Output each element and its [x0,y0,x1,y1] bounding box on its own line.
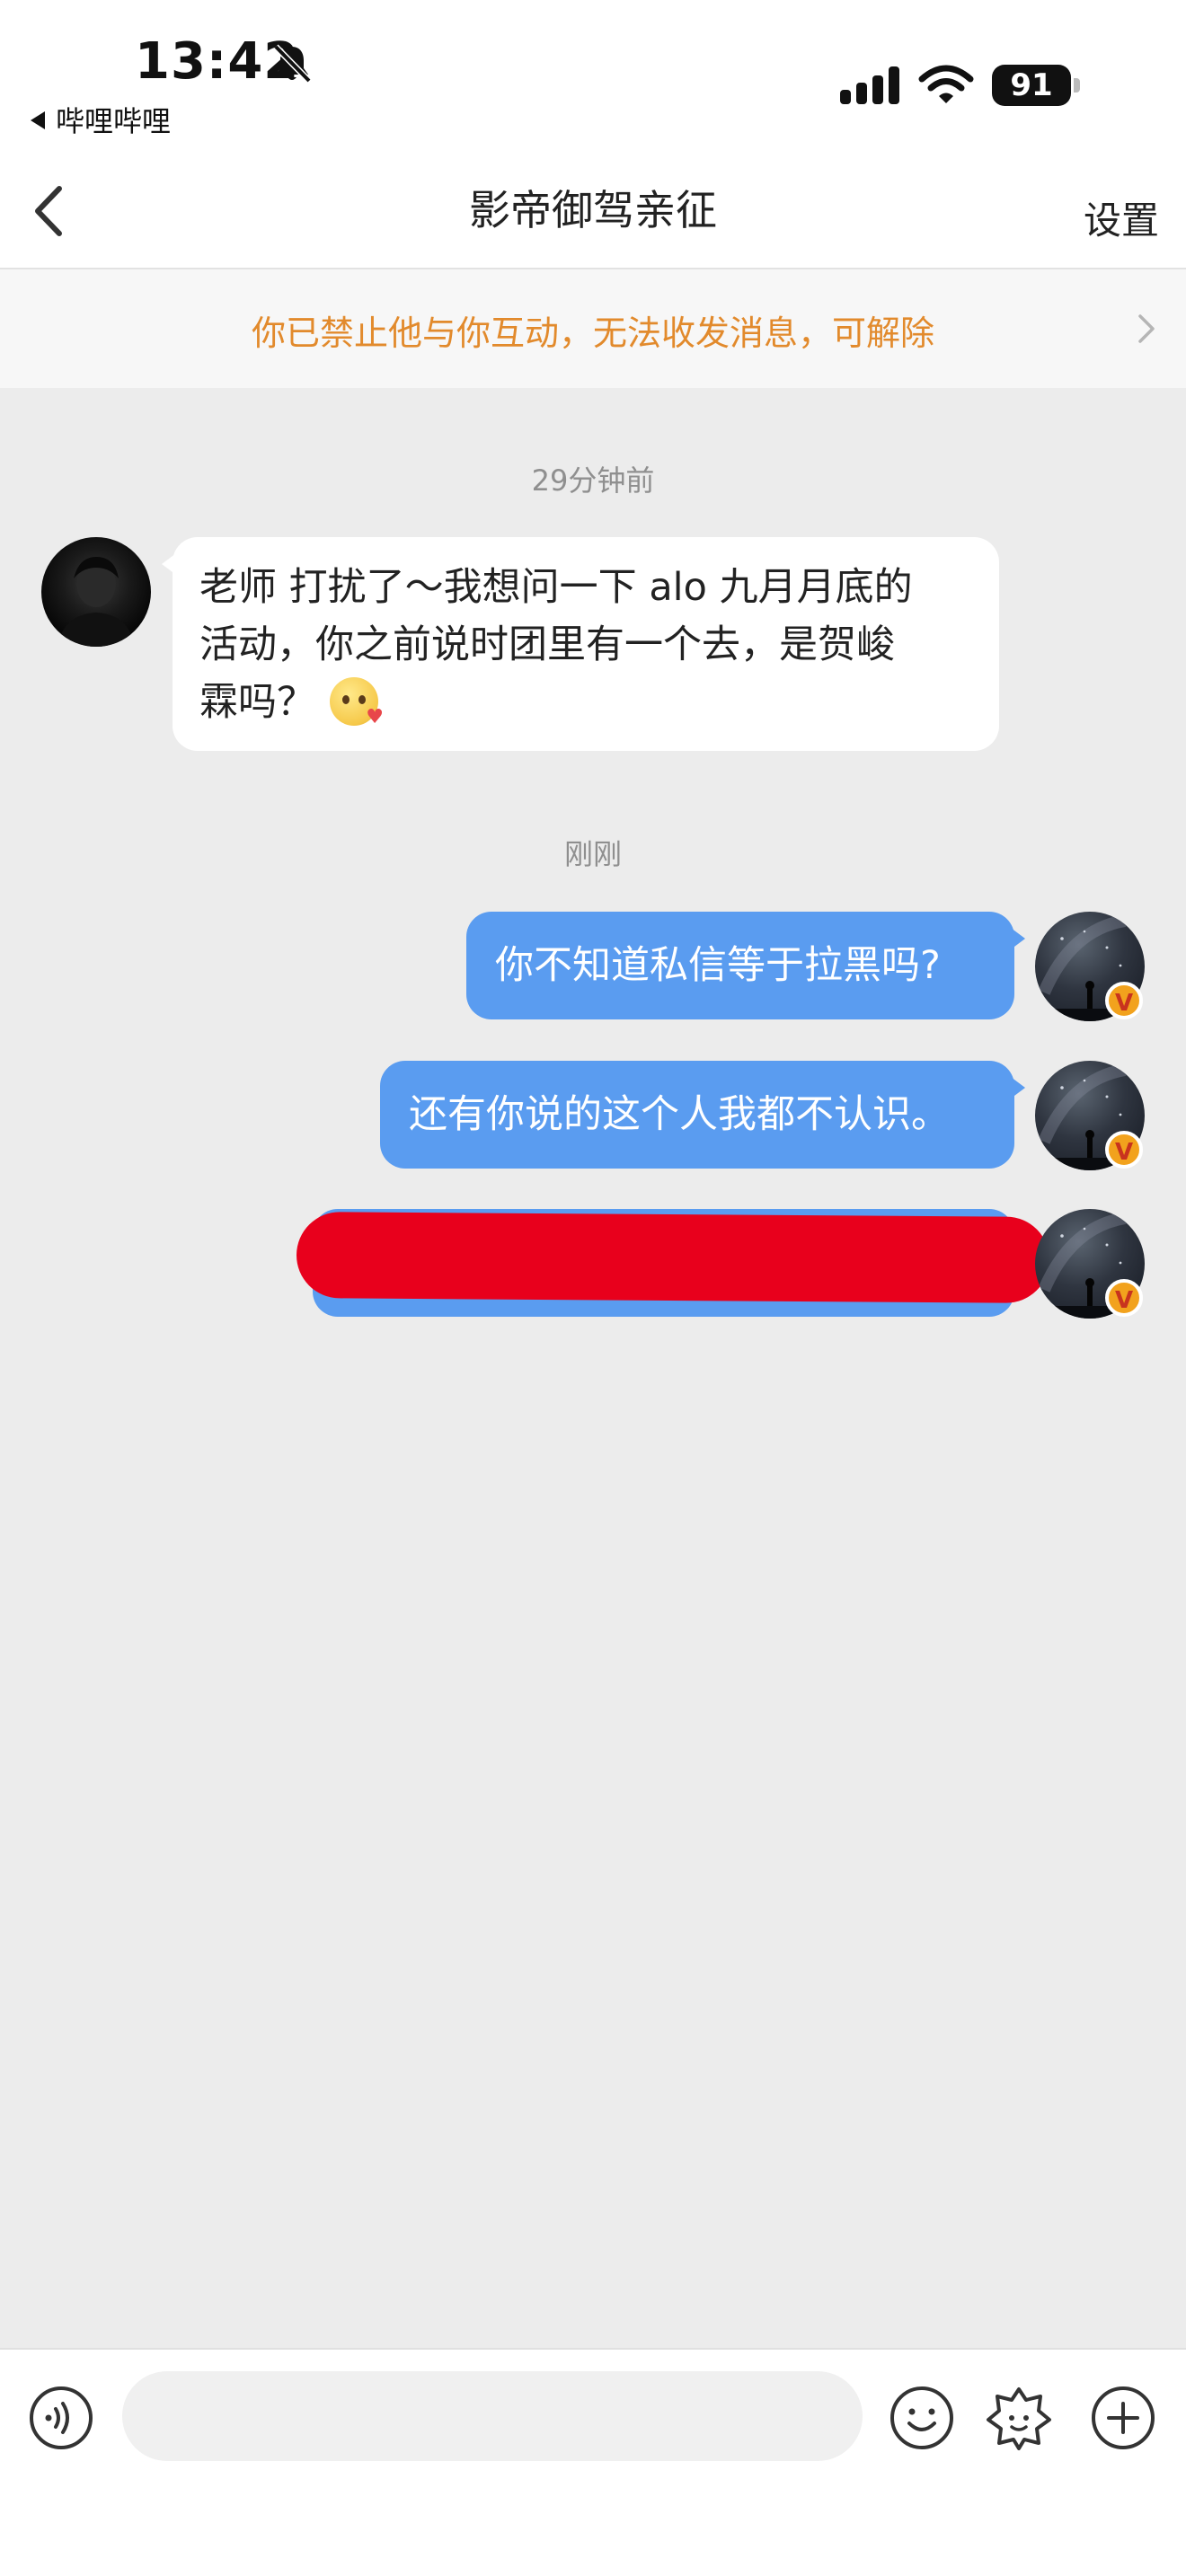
chat-title: 影帝御驾亲征 [469,186,717,234]
message-text-fragment: 霖吗？ [199,680,315,725]
outgoing-message-bubble[interactable]: 还有你说的这个人我都不认识。 [380,1061,1025,1169]
bubble-tail [162,553,176,575]
message-text-line: 活动，你之前说时团里有一个去，是贺峻 [199,622,895,667]
settings-button[interactable]: 设置 [1084,190,1159,245]
message-input-bar [0,2348,1186,2576]
blushing-face-emoji-icon: ♥ [330,676,384,727]
emoji-icon[interactable] [888,2384,956,2452]
message-text-line: 老师 打扰了～我想问一下 alo 九月月底的 [199,565,913,610]
blocked-notice-text: 你已禁止他与你互动，无法收发消息，可解除 [251,313,934,353]
outgoing-message-bubble[interactable]: 你不知道私信等于拉黑吗? [466,912,1025,1019]
message-text: 还有你说的这个人我都不认识。 [409,1092,950,1137]
message-text: 你不知道私信等于拉黑吗? [495,943,941,988]
cellular-signal-icon [840,66,899,104]
back-app-label: 哔哩哔哩 [56,104,172,138]
battery-indicator: 91 [992,65,1080,106]
battery-tip [1074,78,1080,93]
wifi-icon [918,65,974,103]
message-input[interactable] [122,2371,863,2461]
voice-icon[interactable] [27,2384,95,2452]
person-silhouette-icon [58,557,135,647]
bubble-tail [1011,1077,1025,1098]
status-bar: 13:42 哔哩哔哩 91 [0,0,1186,153]
bell-muted-icon [273,44,312,84]
message-timestamp: 29分钟前 [531,463,655,498]
chat-header: 影帝御驾亲征 设置 [0,153,1186,269]
plus-icon[interactable] [1089,2384,1157,2452]
bubble-tail [1011,928,1025,949]
chevron-right-icon [1138,314,1155,343]
message-timestamp: 刚刚 [563,837,622,871]
redaction-scribble [296,1212,1050,1303]
verified-badge-icon: V [1105,982,1143,1019]
sticker-icon[interactable] [985,2384,1053,2452]
verified-badge-icon: V [1105,1279,1143,1317]
blocked-notice-banner[interactable]: 你已禁止他与你互动，无法收发消息，可解除 [0,269,1186,388]
sender-avatar[interactable] [41,537,151,647]
message-text-line: 霖吗？ ♥ [199,674,972,731]
back-triangle-icon [31,111,45,129]
heart-icon: ♥ [366,705,384,728]
verified-badge-icon: V [1105,1131,1143,1169]
incoming-message-bubble[interactable]: 老师 打扰了～我想问一下 alo 九月月底的 活动，你之前说时团里有一个去，是贺… [162,537,999,751]
back-to-app-link[interactable]: 哔哩哔哩 [31,99,171,140]
battery-level: 91 [992,65,1071,106]
